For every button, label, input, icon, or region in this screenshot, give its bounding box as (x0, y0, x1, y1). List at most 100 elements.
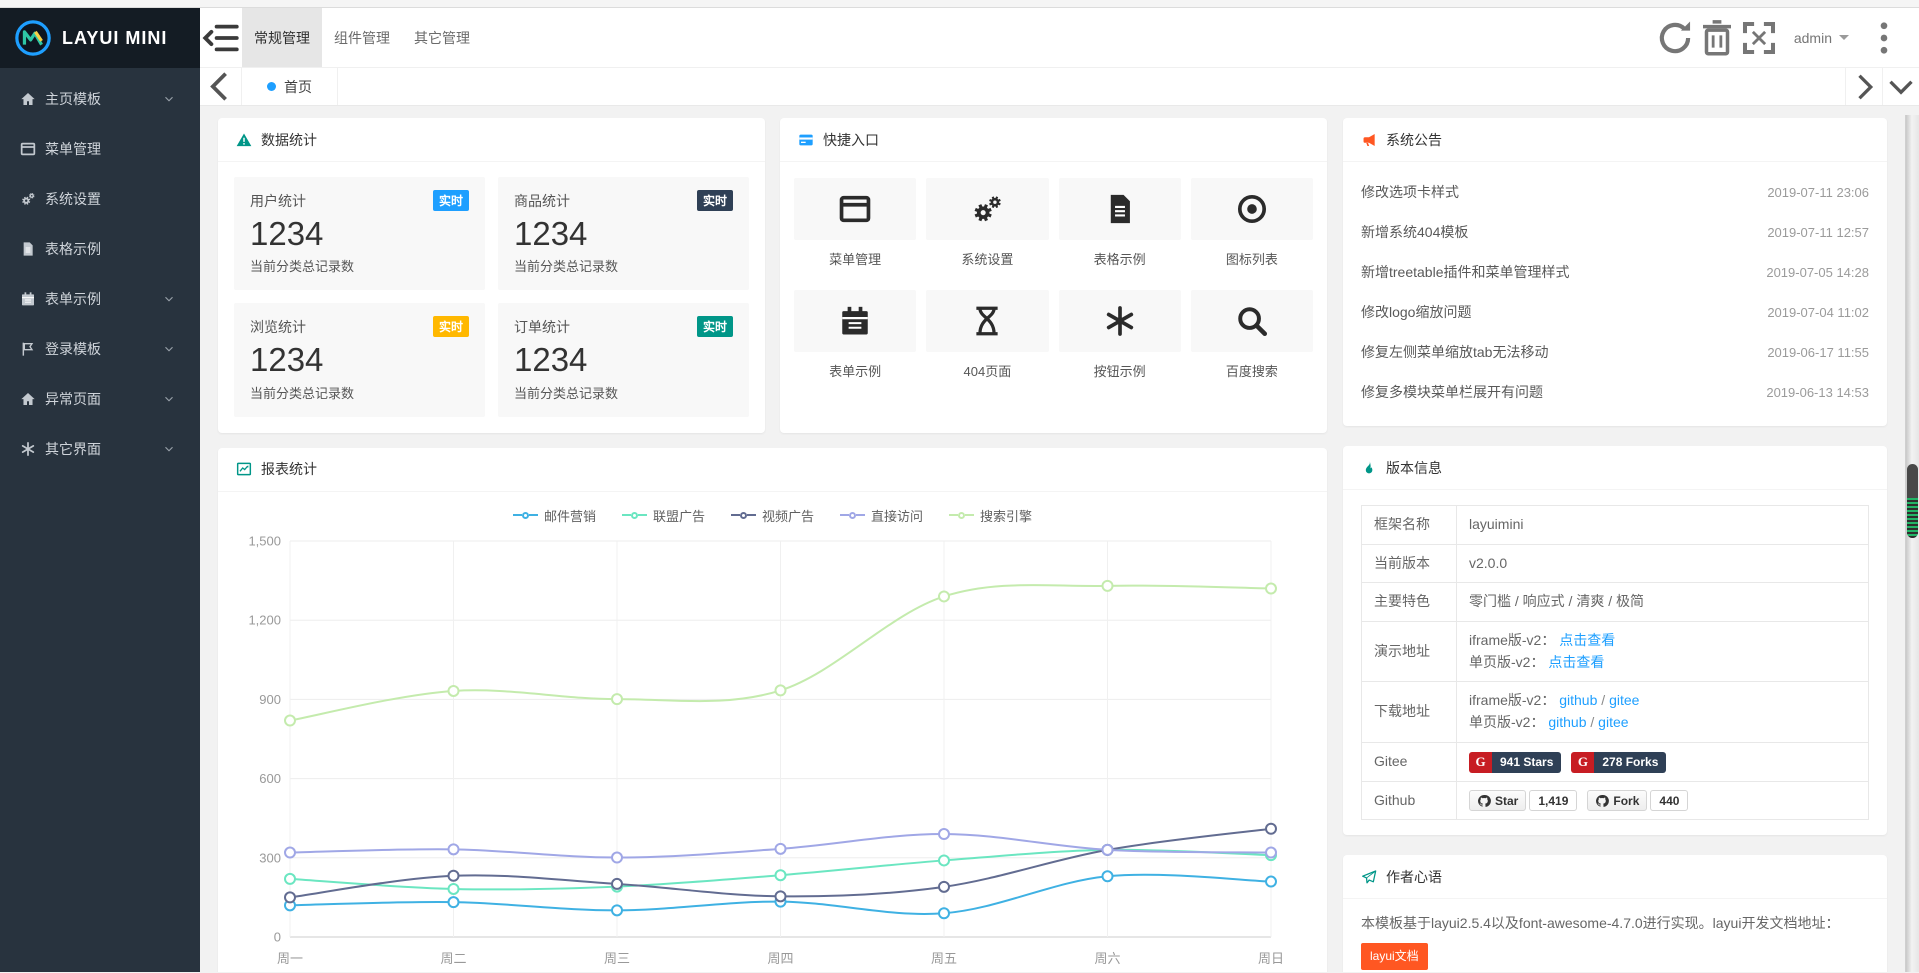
tabbar-spacer (338, 68, 1845, 105)
stats-card-header: 数据统计 (218, 118, 765, 162)
notice-row-1[interactable]: 新增系统404模板 2019-07-11 12:57 (1361, 212, 1869, 252)
legend-label: 视频广告 (762, 506, 814, 525)
tab-home-label: 首页 (284, 77, 312, 97)
tab-home[interactable]: 首页 (242, 68, 338, 105)
cogs-icon (20, 191, 36, 207)
notice-row-5[interactable]: 修复多模块菜单栏展开有问题 2019-06-13 14:53 (1361, 372, 1869, 412)
left-column: 数据统计 用户统计 实时 1234 当前分类总记录数 商品统计 实时 1234 … (218, 118, 1327, 972)
quick-entry-label: 图标列表 (1191, 249, 1313, 268)
sidebar-item-1[interactable]: 菜单管理 (0, 124, 200, 174)
gitee-logo: G (1469, 752, 1492, 773)
legend-label: 直接访问 (871, 506, 923, 525)
quick-entry-grid: 菜单管理 系统设置 表格示例 图标列表 表单示例 404页面 按钮示例 百度搜索 (780, 162, 1327, 398)
svg-text:900: 900 (259, 691, 281, 706)
fire-icon (1361, 460, 1377, 476)
fullscreen-icon[interactable] (1738, 8, 1780, 68)
dotcircle-icon (1235, 192, 1269, 226)
legend-item-4[interactable]: 搜索引擎 (949, 506, 1032, 525)
warning-triangle-icon (236, 132, 252, 148)
stats-grid: 用户统计 实时 1234 当前分类总记录数 商品统计 实时 1234 当前分类总… (218, 162, 765, 433)
notice-row-4[interactable]: 修复左侧菜单缩放tab无法移动 2019-06-17 11:55 (1361, 332, 1869, 372)
link-点击查看[interactable]: 点击查看 (1559, 632, 1615, 648)
link-gitee[interactable]: gitee (1609, 692, 1639, 708)
quick-entry-5[interactable]: 404页面 (926, 290, 1048, 380)
link-github[interactable]: github (1548, 714, 1586, 730)
quick-entry-title: 快捷入口 (823, 130, 879, 150)
gitee-badge[interactable]: G278 Forks (1571, 752, 1666, 773)
tabs-scroll-right-icon[interactable] (1845, 68, 1882, 105)
quick-entry-4[interactable]: 表单示例 (794, 290, 916, 380)
quick-entry-2[interactable]: 表格示例 (1059, 178, 1181, 268)
layui-doc-button[interactable]: layui文档 (1361, 943, 1428, 971)
link-github[interactable]: github (1559, 692, 1597, 708)
sidebar-item-label: 其它界面 (45, 439, 101, 459)
sidebar-item-2[interactable]: 系统设置 (0, 174, 200, 224)
quick-entry-1[interactable]: 系统设置 (926, 178, 1048, 268)
stats-card-title: 数据统计 (261, 130, 317, 150)
notice-card-header: 系统公告 (1343, 118, 1887, 162)
module-tab-components[interactable]: 组件管理 (322, 8, 402, 67)
quick-entry-3[interactable]: 图标列表 (1191, 178, 1313, 268)
sidebar-item-label: 系统设置 (45, 189, 101, 209)
version-link-line: 单页版-v2： github / gitee (1469, 712, 1856, 734)
sidebar-item-6[interactable]: 异常页面 (0, 374, 200, 424)
notice-card: 系统公告 修改选项卡样式 2019-07-11 23:06新增系统404模板 2… (1343, 118, 1887, 426)
stat-label: 浏览统计 (250, 317, 306, 337)
github-star-widget: Star1,419 (1469, 790, 1577, 811)
sidebar-item-0[interactable]: 主页模板 (0, 74, 200, 124)
notice-title: 新增系统404模板 (1361, 222, 1468, 242)
sidebar-item-3[interactable]: 表格示例 (0, 224, 200, 274)
github-fork-count[interactable]: 440 (1650, 790, 1688, 811)
sidebar-item-label: 登录模板 (45, 339, 101, 359)
github-star-count[interactable]: 1,419 (1529, 790, 1577, 811)
github-star-button[interactable]: Star (1469, 790, 1526, 811)
window-top-strip (0, 0, 1919, 8)
notice-row-0[interactable]: 修改选项卡样式 2019-07-11 23:06 (1361, 172, 1869, 212)
sidebar-item-5[interactable]: 登录模板 (0, 324, 200, 374)
quick-entry-7[interactable]: 百度搜索 (1191, 290, 1313, 380)
quick-entry-6[interactable]: 按钮示例 (1059, 290, 1181, 380)
svg-text:周一: 周一 (277, 951, 303, 966)
sidebar: LAYUI MINI 主页模板 菜单管理 系统设置 表格示例 表单示例 登录模板… (0, 8, 200, 972)
legend-item-2[interactable]: 视频广告 (731, 506, 814, 525)
stat-label: 用户统计 (250, 191, 306, 211)
sidebar-item-7[interactable]: 其它界面 (0, 424, 200, 474)
main-area: 常规管理 组件管理 其它管理 admin 首页 (200, 8, 1919, 972)
legend-item-3[interactable]: 直接访问 (840, 506, 923, 525)
stat-label: 订单统计 (514, 317, 570, 337)
tabs-scroll-left-icon[interactable] (200, 68, 242, 105)
notice-row-3[interactable]: 修改logo缩放问题 2019-07-04 11:02 (1361, 292, 1869, 332)
version-row-0: 框架名称layuimini (1362, 506, 1869, 545)
quick-entry-0[interactable]: 菜单管理 (794, 178, 916, 268)
clear-cache-icon[interactable] (1696, 8, 1738, 68)
author-line1: 本模板基于layui2.5.4以及font-awesome-4.7.0进行实现。… (1361, 911, 1869, 936)
notice-row-2[interactable]: 新增treetable插件和菜单管理样式 2019-07-05 14:28 (1361, 252, 1869, 292)
version-label: 当前版本 (1362, 544, 1457, 583)
logo[interactable]: LAYUI MINI (0, 8, 200, 68)
tabs-menu-icon[interactable] (1882, 68, 1919, 105)
more-menu-icon[interactable] (1863, 8, 1905, 68)
octocat-icon (1477, 794, 1491, 808)
module-tab-general[interactable]: 常规管理 (242, 8, 322, 67)
chart-legend: 邮件营销 联盟广告 视频广告 直接访问 搜索引擎 (218, 492, 1327, 527)
module-tab-other[interactable]: 其它管理 (402, 8, 482, 67)
line-chart: 03006009001,2001,500周一周二周三周四周五周六周日 (218, 527, 1327, 973)
legend-item-1[interactable]: 联盟广告 (622, 506, 705, 525)
quick-entry-label: 百度搜索 (1191, 361, 1313, 380)
gitee-badge[interactable]: G941 Stars (1469, 752, 1561, 773)
svg-text:周六: 周六 (1094, 951, 1120, 966)
github-fork-button[interactable]: Fork (1587, 790, 1647, 811)
sidebar-item-4[interactable]: 表单示例 (0, 274, 200, 324)
scrollbar-thumb[interactable] (1907, 464, 1918, 538)
sidebar-item-label: 异常页面 (45, 389, 101, 409)
collapse-sidebar-icon[interactable] (200, 8, 242, 67)
legend-item-0[interactable]: 邮件营销 (513, 506, 596, 525)
version-row-2: 主要特色零门槛 / 响应式 / 清爽 / 极简 (1362, 583, 1869, 622)
link-点击查看[interactable]: 点击查看 (1548, 654, 1604, 670)
notice-title: 修改logo缩放问题 (1361, 302, 1471, 322)
link-gitee[interactable]: gitee (1598, 714, 1628, 730)
user-menu[interactable]: admin (1780, 8, 1863, 68)
report-card-title: 报表统计 (261, 459, 317, 479)
refresh-icon[interactable] (1654, 8, 1696, 68)
scrollbar-track[interactable] (1905, 115, 1919, 972)
